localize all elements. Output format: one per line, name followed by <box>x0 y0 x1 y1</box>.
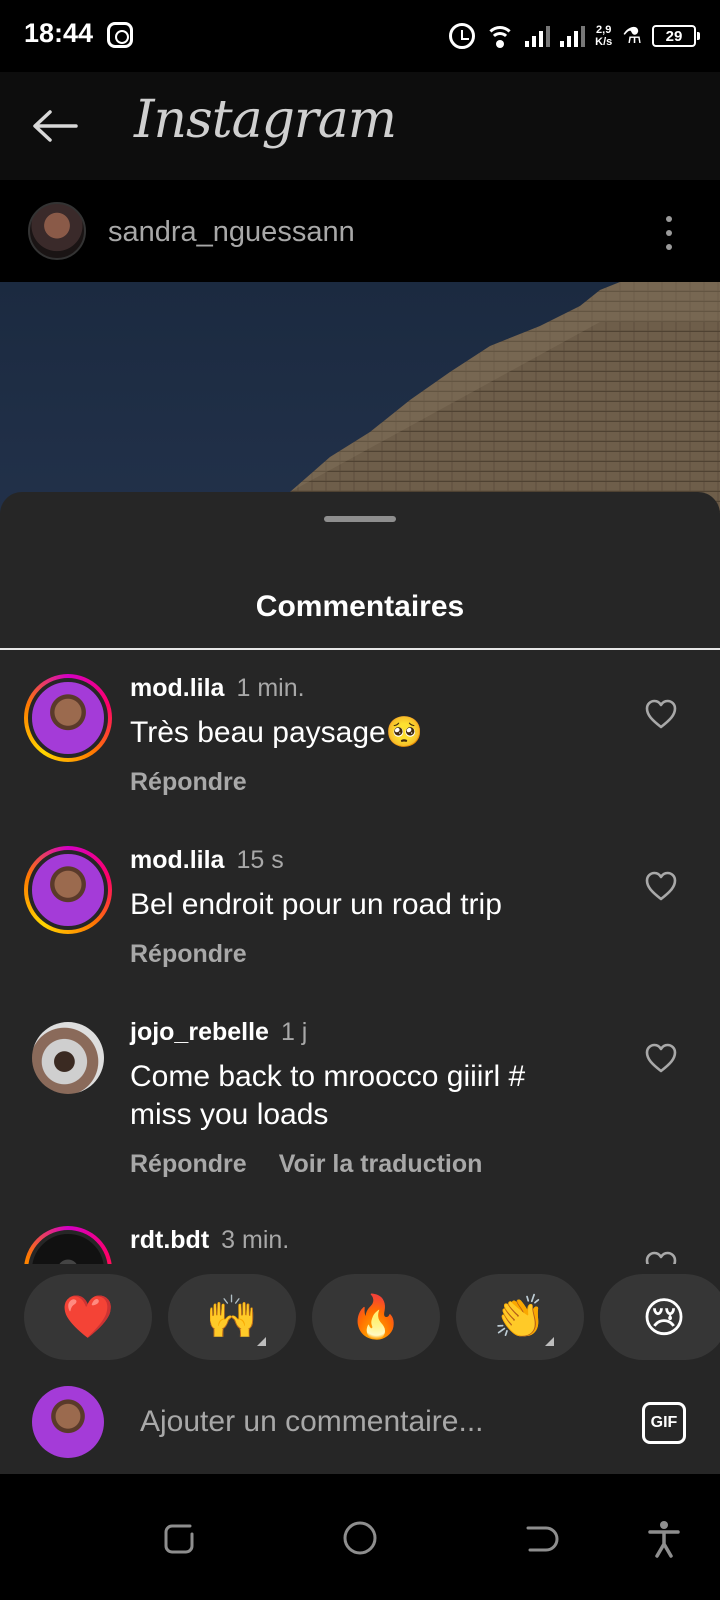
comment-text: Bel endroit pour un road trip <box>130 888 502 921</box>
reaction-fire-button[interactable]: 🔥 <box>312 1274 440 1360</box>
more-options-icon[interactable] <box>666 216 674 250</box>
home-button[interactable] <box>332 1510 388 1566</box>
wifi-icon <box>485 24 516 48</box>
comment-username[interactable]: rdt.bdt <box>130 1226 209 1254</box>
comment-time: 1 j <box>280 1018 308 1046</box>
red-heart-icon: ❤️ <box>61 1292 115 1340</box>
like-heart-icon[interactable] <box>644 1042 678 1074</box>
like-heart-icon[interactable] <box>644 698 678 730</box>
network-speed-value: 2,9 <box>596 24 612 36</box>
battery-icon: 29 <box>652 25 700 47</box>
gif-label: GIF <box>650 1414 678 1431</box>
system-navigation-bar <box>0 1474 720 1600</box>
comment-time: 1 min. <box>236 674 305 702</box>
arrow-left-icon <box>33 110 78 142</box>
sheet-drag-handle[interactable] <box>324 516 396 522</box>
fire-icon: 🔥 <box>349 1292 403 1340</box>
crying-face-icon: 😢 <box>642 1293 686 1341</box>
comment-username[interactable]: mod.lila <box>130 846 224 874</box>
reply-button[interactable]: Répondre <box>130 768 247 796</box>
post-author-username[interactable]: sandra_nguessann <box>108 216 355 249</box>
reaction-clapping-hands-button[interactable]: 👏 <box>456 1274 584 1360</box>
comment-input[interactable] <box>140 1394 600 1450</box>
status-bar: 18:44 2,9 K/s ⚗ 29 <box>0 0 720 72</box>
comment-avatar[interactable] <box>32 1022 104 1094</box>
post-photo[interactable] <box>0 282 720 522</box>
comment-item: mod.lila 1 min. Très beau paysage🥺 Répond… <box>0 674 720 834</box>
signal-icon-2 <box>560 25 586 47</box>
post-author-avatar[interactable] <box>28 202 86 260</box>
like-heart-icon[interactable] <box>644 870 678 902</box>
battery-level: 29 <box>665 27 683 45</box>
like-heart-icon[interactable] <box>644 1250 678 1264</box>
comment-username[interactable]: jojo_rebelle <box>130 1018 269 1046</box>
comment-header: rdt.bdt 3 min. <box>130 1226 289 1255</box>
sheet-title: Commentaires <box>255 590 465 623</box>
network-speed-unit: K/s <box>595 36 613 48</box>
comment-actions: Répondre <box>130 940 247 969</box>
back-button[interactable] <box>30 108 78 144</box>
comment-username[interactable]: mod.lila <box>130 674 224 702</box>
app-title: Instagram <box>134 90 397 150</box>
post-header: sandra_nguessann <box>0 180 720 282</box>
comments-list[interactable]: mod.lila 1 min. Très beau paysage🥺 Répond… <box>0 650 720 1264</box>
comment-item: jojo_rebelle 1 j Come back to mroocco gii… <box>0 1018 720 1218</box>
comment-time: 15 s <box>236 846 284 874</box>
signal-icon <box>525 25 551 47</box>
alarm-icon <box>449 23 476 49</box>
comment-composer: GIF <box>0 1372 720 1474</box>
network-speed: 2,9 K/s <box>595 24 612 48</box>
back-nav-button[interactable] <box>512 1510 568 1566</box>
comment-item: rdt.bdt 3 min. <box>0 1226 720 1264</box>
comment-avatar[interactable] <box>24 846 112 934</box>
flask-icon: ⚗ <box>622 23 642 48</box>
instagram-notification-icon <box>107 22 133 48</box>
back-nav-icon <box>526 1526 559 1552</box>
comment-item: mod.lila 15 s Bel endroit pour un road tr… <box>0 846 720 1006</box>
reply-button[interactable]: Répondre <box>130 940 247 968</box>
accessibility-icon <box>648 1521 680 1558</box>
comment-text: Come back to mroocco giiirl # miss you l… <box>130 1060 526 1131</box>
gif-button[interactable]: GIF <box>642 1402 686 1444</box>
comment-time: 3 min. <box>221 1226 290 1254</box>
clapping-hands-icon: 👏 <box>493 1292 547 1340</box>
reply-button[interactable]: Répondre <box>130 1150 247 1178</box>
comment-avatar[interactable] <box>24 674 112 762</box>
raising-hands-icon: 🙌 <box>205 1292 259 1340</box>
reaction-red-heart-button[interactable]: ❤️ <box>24 1274 152 1360</box>
reaction-crying-face-button[interactable]: 😢 <box>600 1274 720 1360</box>
pyramid-image <box>290 282 720 522</box>
comment-header: mod.lila 1 min. <box>130 674 305 703</box>
quick-reactions: ❤️ 🙌 🔥 👏 😢 <box>0 1274 720 1372</box>
comment-header: mod.lila 15 s <box>130 846 284 875</box>
recent-apps-icon <box>164 1524 194 1554</box>
accessibility-button[interactable] <box>636 1510 692 1566</box>
recent-apps-button[interactable] <box>152 1510 208 1566</box>
comment-actions: Répondre <box>130 768 247 797</box>
see-translation-button[interactable]: Voir la traduction <box>279 1150 483 1178</box>
comment-header: jojo_rebelle 1 j <box>130 1018 307 1047</box>
comment-avatar[interactable] <box>24 1226 112 1264</box>
home-circle-icon <box>343 1521 377 1555</box>
status-icons: 2,9 K/s ⚗ 29 <box>449 20 700 52</box>
comment-actions: Répondre Voir la traduction <box>130 1150 482 1179</box>
comment-text: Très beau paysage🥺 <box>130 716 424 749</box>
current-user-avatar <box>32 1386 104 1458</box>
reaction-raising-hands-button[interactable]: 🙌 <box>168 1274 296 1360</box>
status-time: 18:44 <box>24 18 94 48</box>
app-header: Instagram <box>0 72 720 180</box>
